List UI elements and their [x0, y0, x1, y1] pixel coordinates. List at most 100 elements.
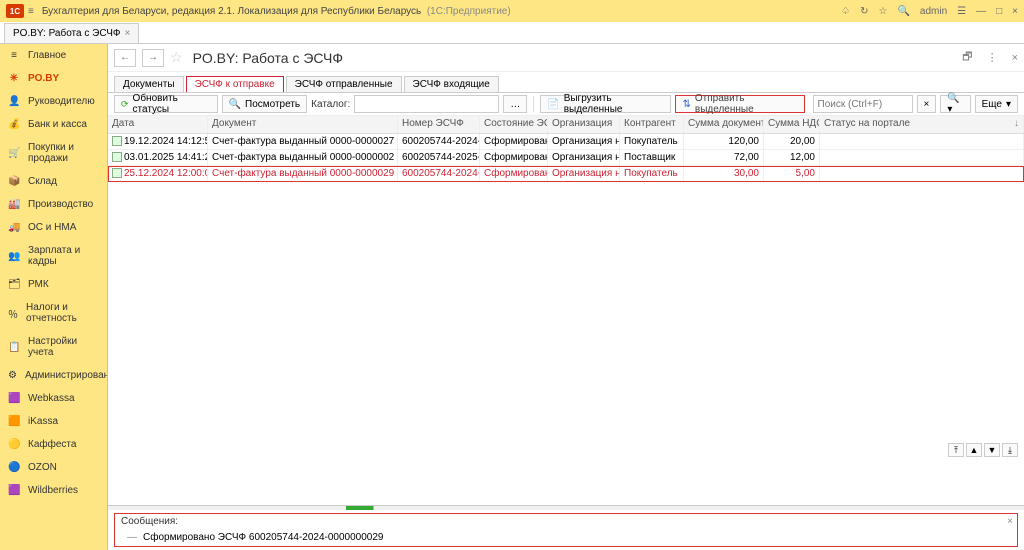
more-button[interactable]: Еще ▾ [975, 95, 1018, 113]
view-button[interactable]: 🔍 Посмотреть [222, 95, 308, 113]
section-tab-3[interactable]: ЭСЧФ входящие [404, 76, 499, 92]
sidebar-item-label: Настройки учета [28, 336, 99, 358]
sidebar-item-3[interactable]: 💰Банк и касса [0, 113, 107, 136]
sidebar-item-4[interactable]: 🛒Покупки и продажи [0, 136, 107, 170]
close-icon[interactable]: × [1012, 6, 1018, 17]
sidebar-icon: ✳ [8, 73, 20, 84]
bell-icon[interactable]: ♤ [841, 6, 850, 17]
sidebar-item-label: Wildberries [28, 485, 78, 496]
star-icon[interactable]: ☆ [878, 6, 887, 17]
col-num[interactable]: Номер ЭСЧФ [398, 116, 480, 133]
messages-close-icon[interactable]: × [1007, 516, 1013, 527]
sidebar-item-9[interactable]: 🗂РМК [0, 273, 107, 296]
col-status[interactable]: Статус на портале ↓ [820, 116, 1024, 133]
sidebar-item-10[interactable]: ％Налоги и отчетность [0, 296, 107, 330]
sidebar-item-8[interactable]: 👥Зарплата и кадры [0, 239, 107, 273]
messages-title: Сообщения: [115, 514, 1017, 529]
message-text: Сформировано ЭСЧФ 600205744-2024-0000000… [143, 532, 383, 543]
app-title: Бухгалтерия для Беларуси, редакция 2.1. … [42, 6, 841, 17]
sidebar-item-7[interactable]: 🚚ОС и НМА [0, 216, 107, 239]
tab-close-icon[interactable]: × [124, 28, 130, 39]
main-menu-icon[interactable]: ≡ [28, 6, 34, 17]
page-title: PO.BY: Работа с ЭСЧФ [193, 50, 343, 66]
sidebar-item-12[interactable]: ⚙Администрирование [0, 364, 107, 387]
table-row[interactable]: 03.01.2025 14:41:21Счет-фактура выданный… [108, 150, 1024, 166]
refresh-icon: ⟳ [121, 99, 129, 110]
sidebar-icon: 💰 [8, 119, 20, 130]
col-state[interactable]: Состояние ЭСЧФ [480, 116, 548, 133]
col-vat[interactable]: Сумма НДС [764, 116, 820, 133]
sidebar-item-label: Каффеста [28, 439, 76, 450]
message-row[interactable]: — Сформировано ЭСЧФ 600205744-2024-00000… [115, 529, 1017, 546]
sidebar-item-15[interactable]: 🟡 Каффеста [0, 433, 107, 456]
search-small-icon: 🔍 [229, 99, 241, 110]
col-doc[interactable]: Документ [208, 116, 398, 133]
settings-icon[interactable]: ☰ [957, 6, 966, 17]
sidebar: ≡Главное ✳ PO.BY 👤Руководителю💰Банк и касса… [0, 44, 108, 550]
sidebar-item-label: Руководителю [28, 96, 95, 107]
search-go-button[interactable]: 🔍▾ [940, 95, 970, 113]
row-status-icon [112, 152, 122, 162]
title-bar: 1C ≡ Бухгалтерия для Беларуси, редакция … [0, 0, 1024, 22]
send-button[interactable]: ⇅ Отправить выделенные [675, 95, 804, 113]
search-clear-button[interactable]: × [917, 95, 937, 113]
sidebar-item-2[interactable]: 👤Руководителю [0, 90, 107, 113]
sidebar-item-1[interactable]: ✳ PO.BY [0, 67, 107, 90]
col-sum[interactable]: Сумма документа [684, 116, 764, 133]
sidebar-icon: 🏭 [8, 199, 20, 210]
catalog-browse-button[interactable]: … [503, 95, 527, 113]
grid-down-button[interactable]: ▼ [984, 443, 1000, 457]
catalog-label: Каталог: [311, 99, 350, 110]
section-tab-0[interactable]: Документы [114, 76, 184, 92]
user-label[interactable]: admin [920, 6, 947, 17]
nav-forward-button[interactable]: → [142, 49, 164, 67]
open-new-window-icon[interactable]: 🗗 [962, 48, 972, 67]
more-icon[interactable]: ⋮ [987, 51, 998, 64]
messages-panel: × Сообщения: — Сформировано ЭСЧФ 6002057… [114, 513, 1018, 547]
sidebar-item-0[interactable]: ≡Главное [0, 44, 107, 67]
col-agent[interactable]: Контрагент [620, 116, 684, 133]
content-area: ← → ☆ PO.BY: Работа с ЭСЧФ 🗗 ⋮ × Докумен… [108, 44, 1024, 550]
table-row[interactable]: 25.12.2024 12:00:01Счет-фактура выданный… [108, 166, 1024, 182]
catalog-input[interactable] [354, 95, 499, 113]
col-date[interactable]: Дата [108, 116, 208, 133]
search-input[interactable] [813, 95, 913, 113]
grid-last-button[interactable]: ⤓ [1002, 443, 1018, 457]
favorite-icon[interactable]: ☆ [170, 49, 183, 66]
sidebar-item-13[interactable]: 🟪Webkassa [0, 387, 107, 410]
grid-up-button[interactable]: ▲ [966, 443, 982, 457]
sidebar-item-11[interactable]: 📋Настройки учета [0, 330, 107, 364]
sidebar-icon: 🟡 [8, 439, 20, 450]
export-button[interactable]: 📄 Выгрузить выделенные [540, 95, 671, 113]
send-icon: ⇅ [682, 99, 690, 110]
refresh-status-button[interactable]: ⟳ Обновить статусы [114, 95, 218, 113]
sidebar-item-16[interactable]: 🔵OZON [0, 456, 107, 479]
sidebar-item-label: PO.BY [28, 73, 59, 84]
section-tab-1[interactable]: ЭСЧФ к отправке [186, 76, 284, 92]
section-tab-2[interactable]: ЭСЧФ отправленные [286, 76, 402, 92]
history-icon[interactable]: ↻ [860, 6, 868, 17]
sidebar-item-17[interactable]: 🟪 Wildberries [0, 479, 107, 502]
maximize-icon[interactable]: □ [996, 6, 1002, 17]
open-tab[interactable]: PO.BY: Работа с ЭСЧФ × [4, 23, 139, 43]
sidebar-icon: 🟧 [8, 416, 20, 427]
nav-back-button[interactable]: ← [114, 49, 136, 67]
minimize-icon[interactable]: — [976, 6, 986, 17]
sidebar-item-5[interactable]: 📦Склад [0, 170, 107, 193]
grid-first-button[interactable]: ⤒ [948, 443, 964, 457]
sidebar-item-6[interactable]: 🏭Производство [0, 193, 107, 216]
grid: Дата Документ Номер ЭСЧФ Состояние ЭСЧФ … [108, 116, 1024, 506]
close-page-icon[interactable]: × [1012, 52, 1018, 64]
progress-bar [108, 506, 1024, 510]
col-org[interactable]: Организация [548, 116, 620, 133]
titlebar-right: ♤ ↻ ☆ 🔍 admin ☰ — □ × [841, 6, 1018, 17]
sidebar-icon: 🟪 [8, 485, 20, 496]
grid-header: Дата Документ Номер ЭСЧФ Состояние ЭСЧФ … [108, 116, 1024, 134]
table-row[interactable]: 19.12.2024 14:12:55Счет-фактура выданный… [108, 134, 1024, 150]
sidebar-item-label: Webkassa [28, 393, 75, 404]
sidebar-item-label: Зарплата и кадры [28, 245, 99, 267]
sidebar-icon: ％ [8, 306, 18, 321]
sidebar-item-14[interactable]: 🟧iKassa [0, 410, 107, 433]
sidebar-icon: ≡ [8, 50, 20, 61]
search-icon[interactable]: 🔍 [897, 6, 909, 17]
